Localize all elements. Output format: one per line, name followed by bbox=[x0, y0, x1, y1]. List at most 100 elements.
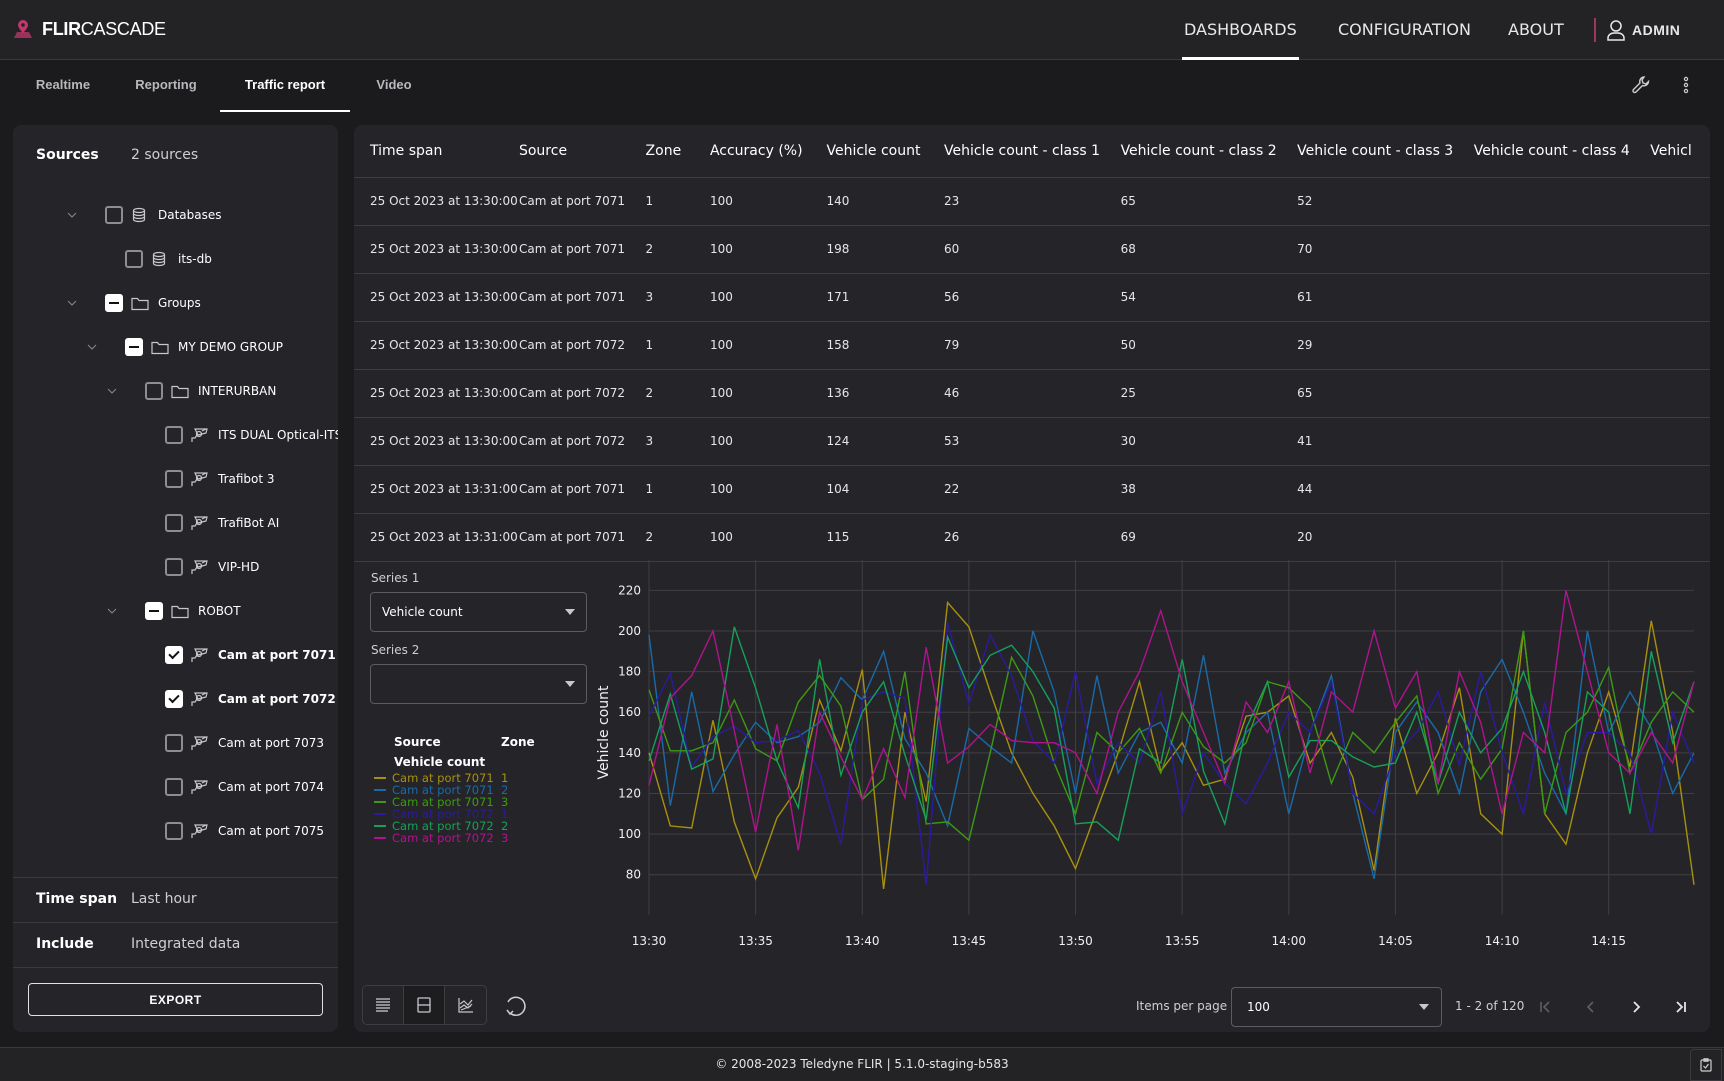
prev-page-button[interactable] bbox=[1579, 995, 1603, 1019]
x-tick-label: 13:35 bbox=[738, 934, 773, 948]
table-row[interactable]: 25 Oct 2023 at 13:30:00 Cam at port 7072 2… bbox=[354, 369, 1710, 418]
tab-realtime[interactable]: Realtime bbox=[20, 60, 106, 110]
column-header[interactable]: Vehicle count - class 1 bbox=[943, 125, 1121, 178]
y-tick-label: 120 bbox=[618, 786, 641, 800]
tree-checkbox[interactable] bbox=[105, 206, 123, 224]
tree-item[interactable]: ROBOT bbox=[107, 596, 241, 626]
tree-checkbox[interactable] bbox=[105, 294, 123, 312]
chevron-down-icon[interactable] bbox=[65, 208, 79, 222]
tab-reporting[interactable]: Reporting bbox=[124, 60, 208, 110]
chevron-down-icon[interactable] bbox=[85, 340, 99, 354]
tree-checkbox[interactable] bbox=[125, 338, 143, 356]
column-header[interactable]: Accuracy (%) bbox=[709, 125, 827, 178]
chevron-down-icon[interactable] bbox=[105, 604, 119, 618]
refresh-icon bbox=[506, 996, 526, 1016]
tab-video[interactable]: Video bbox=[364, 60, 424, 110]
table-cell: 60 bbox=[943, 225, 1121, 274]
table-row[interactable]: 25 Oct 2023 at 13:30:00 Cam at port 7071 1… bbox=[354, 177, 1710, 226]
user-menu[interactable]: ADMIN bbox=[1606, 0, 1680, 60]
tree-checkbox[interactable] bbox=[125, 250, 143, 268]
table-row[interactable]: 25 Oct 2023 at 13:30:00 Cam at port 7071 3… bbox=[354, 273, 1710, 322]
tree-checkbox[interactable] bbox=[165, 558, 183, 576]
tree-item[interactable]: INTERURBAN bbox=[107, 376, 277, 406]
series-line-6 bbox=[648, 590, 1695, 851]
tree-item-label: its-db bbox=[178, 252, 212, 266]
table-row[interactable]: 25 Oct 2023 at 13:31:00 Cam at port 7071 1… bbox=[354, 465, 1710, 514]
tab-traffic-report[interactable]: Traffic report bbox=[220, 60, 350, 112]
column-header[interactable]: Source bbox=[518, 125, 646, 178]
table-cell: 1 bbox=[645, 177, 710, 226]
column-header[interactable]: Zone bbox=[645, 125, 710, 178]
series2-select[interactable] bbox=[370, 664, 587, 704]
tree-item[interactable]: Cam at port 7071 bbox=[165, 640, 336, 670]
items-per-page-select[interactable]: 100 bbox=[1231, 987, 1442, 1027]
chevron-down-icon[interactable] bbox=[105, 384, 119, 398]
column-header[interactable]: Vehicle count - class 2 bbox=[1120, 125, 1298, 178]
table-row[interactable]: 25 Oct 2023 at 13:30:00 Cam at port 7072 1… bbox=[354, 321, 1710, 370]
column-header[interactable]: Time span bbox=[354, 125, 519, 178]
tree-item[interactable]: ITS DUAL Optical-ITS bbox=[165, 420, 338, 450]
tree-item[interactable]: Trafibot 3 bbox=[165, 464, 275, 494]
column-header[interactable]: Vehicle count - class 3 bbox=[1297, 125, 1474, 178]
tree-checkbox[interactable] bbox=[165, 514, 183, 532]
nav-dashboards[interactable]: DASHBOARDS bbox=[1182, 0, 1299, 60]
timespan-value[interactable]: Last hour bbox=[131, 891, 197, 907]
legend-item[interactable]: Cam at port 7072 3 bbox=[374, 832, 508, 844]
tree-item-label: Cam at port 7074 bbox=[218, 780, 325, 794]
tree-item-label: INTERURBAN bbox=[198, 384, 277, 398]
column-header[interactable]: Vehicl bbox=[1650, 125, 1710, 178]
nav-about[interactable]: ABOUT bbox=[1508, 0, 1564, 60]
last-page-button[interactable] bbox=[1668, 995, 1692, 1019]
column-header[interactable]: Vehicle count - class 4 bbox=[1473, 125, 1651, 178]
table-cell: 20 bbox=[1297, 513, 1474, 562]
tree-item[interactable]: TrafiBot AI bbox=[165, 508, 279, 538]
chevron-down-icon bbox=[1419, 1004, 1429, 1010]
tree-checkbox[interactable] bbox=[165, 822, 183, 840]
tree-checkbox[interactable] bbox=[165, 470, 183, 488]
tree-item[interactable]: MY DEMO GROUP bbox=[87, 332, 283, 362]
table-cell: 25 Oct 2023 at 13:30:00 bbox=[354, 369, 519, 418]
refresh-button[interactable] bbox=[502, 993, 528, 1019]
wrench-icon[interactable] bbox=[1629, 73, 1653, 97]
include-value[interactable]: Integrated data bbox=[131, 936, 240, 952]
table-cell: Cam at port 7072 bbox=[518, 417, 646, 466]
column-header[interactable]: Vehicle count bbox=[826, 125, 944, 178]
clipboard-button[interactable] bbox=[1690, 1049, 1722, 1081]
table-view-button[interactable] bbox=[363, 986, 404, 1024]
chart-view-button[interactable] bbox=[445, 986, 486, 1024]
tree-item[interactable]: Cam at port 7075 bbox=[165, 816, 324, 846]
table-cell: 46 bbox=[943, 369, 1121, 418]
table-cell: 198 bbox=[826, 225, 944, 274]
tree-item[interactable]: Cam at port 7074 bbox=[165, 772, 324, 802]
tree-item[interactable]: Databases bbox=[67, 200, 222, 230]
table-row[interactable]: 25 Oct 2023 at 13:30:00 Cam at port 7072 3… bbox=[354, 417, 1710, 466]
first-page-button[interactable] bbox=[1534, 995, 1558, 1019]
split-view-button[interactable] bbox=[404, 986, 445, 1024]
series1-select[interactable]: Vehicle count bbox=[370, 592, 587, 632]
tree-item[interactable]: Groups bbox=[67, 288, 201, 318]
tree-checkbox[interactable] bbox=[145, 602, 163, 620]
tree-checkbox[interactable] bbox=[165, 646, 183, 664]
tree-checkbox[interactable] bbox=[165, 426, 183, 444]
chevron-down-icon[interactable] bbox=[65, 296, 79, 310]
tree-item[interactable]: its-db bbox=[125, 244, 212, 274]
next-page-button[interactable] bbox=[1624, 995, 1648, 1019]
table-row[interactable]: 25 Oct 2023 at 13:31:00 Cam at port 7071 2… bbox=[354, 513, 1710, 562]
x-tick-label: 14:05 bbox=[1378, 934, 1413, 948]
app-logo[interactable]: FLIRCASCADE bbox=[12, 18, 166, 40]
tree-checkbox[interactable] bbox=[165, 690, 183, 708]
tree-checkbox[interactable] bbox=[165, 734, 183, 752]
tree-item[interactable]: Cam at port 7073 bbox=[165, 728, 324, 758]
export-button[interactable]: EXPORT bbox=[28, 983, 323, 1016]
nav-configuration[interactable]: CONFIGURATION bbox=[1338, 0, 1471, 60]
table-row[interactable]: 25 Oct 2023 at 13:30:00 Cam at port 7071 2… bbox=[354, 225, 1710, 274]
folder-icon bbox=[131, 295, 149, 311]
tree-item[interactable]: Cam at port 7072 bbox=[165, 684, 336, 714]
tree-item[interactable]: VIP-HD bbox=[165, 552, 259, 582]
tree-checkbox[interactable] bbox=[145, 382, 163, 400]
folder-icon bbox=[151, 339, 169, 355]
tree-checkbox[interactable] bbox=[165, 778, 183, 796]
more-vert-icon[interactable] bbox=[1674, 73, 1698, 97]
sources-count[interactable]: 2 sources bbox=[131, 147, 198, 163]
divider bbox=[13, 967, 338, 968]
